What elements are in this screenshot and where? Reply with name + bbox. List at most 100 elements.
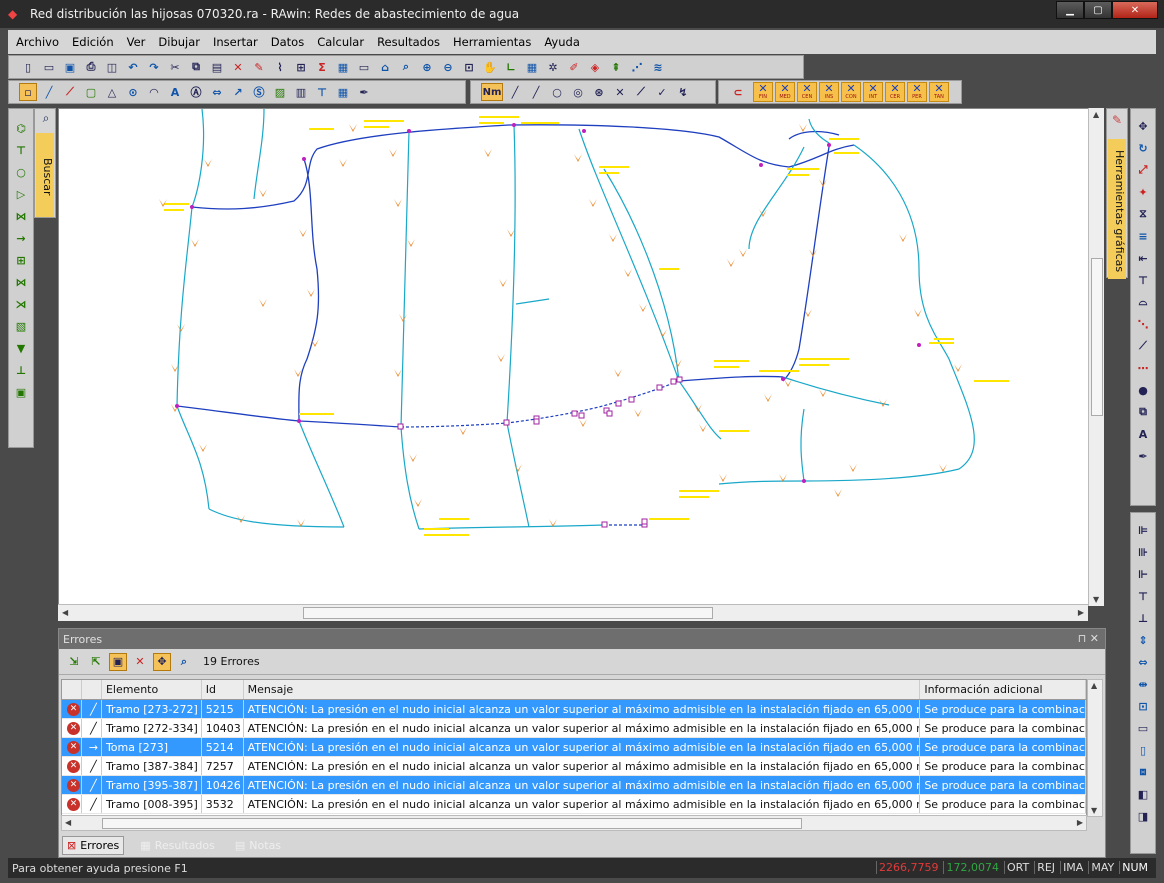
node-icon[interactable]: ○ [11,163,31,181]
menu-edicion[interactable]: Edición [72,35,114,49]
snap-fin-button[interactable]: ✕ FIN [753,82,773,102]
snap-tan-button[interactable]: ✕ TAN [929,82,949,102]
status-may[interactable]: MAY [1088,861,1116,874]
fillet-icon[interactable]: ⋱ [1133,315,1153,333]
open-folder-icon[interactable]: ▭ [40,58,58,76]
reducer-icon[interactable]: ⋊ [11,295,31,313]
measure-icon[interactable]: ↗ [229,83,247,101]
canvas-horizontal-scrollbar[interactable]: ◀ ▶ [58,604,1088,621]
snap-cen-button[interactable]: ✕ CEN [797,82,817,102]
valve-double-icon[interactable]: ⋈ [11,207,31,225]
table-row[interactable]: ✕ ╱ Tramo [387-384] 7257 ATENCIÓN: La pr… [62,757,1086,776]
align-left-icon[interactable]: ⊫ [1133,521,1153,539]
binoculars-icon[interactable]: ⌕ [37,111,55,127]
delete-icon[interactable]: ✕ [229,58,247,76]
table-row[interactable]: ✕ ╱ Tramo [395-387] 10426 ATENCIÓN: La p… [62,776,1086,795]
text-box-icon[interactable]: Ⓐ [187,83,205,101]
errors-vertical-scrollbar[interactable]: ▲ ▼ [1087,679,1103,817]
snap-per-button[interactable]: ✕ PER [907,82,927,102]
align-bottom-icon[interactable]: ⊥ [1133,609,1153,627]
table-icon[interactable]: ▦ [334,83,352,101]
menu-ver[interactable]: Ver [127,35,146,49]
extend-icon[interactable]: ⇤ [1133,249,1153,267]
menu-insertar[interactable]: Insertar [213,35,258,49]
valve-icon[interactable]: ✕ [611,83,629,101]
explode-icon[interactable]: ● [1133,381,1153,399]
zoom-icon[interactable]: ⌕ [397,58,415,76]
edit-icon[interactable]: ✎ [250,58,268,76]
text-icon[interactable]: ▭ [355,58,373,76]
copy-icon[interactable]: ⧉ [187,58,205,76]
tab-resultados[interactable]: ▦ Resultados [136,837,219,854]
scroll-right-icon[interactable]: ▶ [1077,818,1083,827]
arc-icon[interactable]: ◠ [145,83,163,101]
snap-int-button[interactable]: ✕ INT [863,82,883,102]
scroll-up-icon[interactable]: ▲ [1093,110,1099,119]
grid-icon[interactable]: ▦ [523,58,541,76]
network-map[interactable] [59,109,1104,606]
drawing-canvas[interactable] [58,108,1104,606]
scroll-thumb[interactable] [102,818,802,829]
scroll-left-icon[interactable]: ◀ [65,818,71,827]
column-id[interactable]: Id [202,680,244,699]
errors-horizontal-scrollbar[interactable]: ◀ ▶ [61,815,1087,831]
scroll-left-icon[interactable]: ◀ [62,608,68,617]
cut-icon[interactable]: ✂ [166,58,184,76]
paste-icon[interactable]: ▤ [208,58,226,76]
break-icon[interactable]: ⌓ [1133,293,1153,311]
pan-hand-icon[interactable]: ✋ [481,58,499,76]
rectangle-icon[interactable]: ▢ [82,83,100,101]
symbol-icon[interactable]: Ⓢ [250,83,268,101]
save-icon[interactable]: ▣ [61,58,79,76]
snap-cer-button[interactable]: ✕ CER [885,82,905,102]
table-row[interactable]: ✕ ╱ Tramo [008-395] 3532 ATENCIÓN: La pr… [62,795,1086,814]
line-icon[interactable]: ╱ [40,83,58,101]
network-icon[interactable]: ⊞ [292,58,310,76]
status-rej[interactable]: REJ [1034,861,1057,874]
move-icon[interactable]: ✥ [1133,117,1153,135]
layers-icon[interactable]: ≋ [649,58,667,76]
hydrant-box-icon[interactable]: ⊥ [11,361,31,379]
snap-icon[interactable]: ✲ [544,58,562,76]
locate-error-icon[interactable]: ✥ [153,652,171,671]
find-error-icon[interactable]: ⌕ [175,653,193,671]
redo-icon[interactable]: ↷ [145,58,163,76]
close-button[interactable]: ✕ [1112,1,1158,19]
trim-icon[interactable]: ⊤ [1133,271,1153,289]
menu-herramientas[interactable]: Herramientas [453,35,531,49]
mirror-icon[interactable]: ⧖ [1133,205,1153,223]
distribute-v-icon[interactable]: ⇕ [1133,631,1153,649]
layers-stack-icon[interactable]: ⧉ [1133,403,1153,421]
scroll-right-icon[interactable]: ▶ [1078,608,1084,617]
column-elemento[interactable]: Elemento [102,680,202,699]
import-icon[interactable]: ⇱ [87,653,105,671]
eyedropper-icon[interactable]: ✒ [1133,447,1153,465]
menu-dibujar[interactable]: Dibujar [158,35,200,49]
axis-icon[interactable]: ∟ [502,58,520,76]
zoom-window-icon[interactable]: ⊡ [460,58,478,76]
meter-icon[interactable]: ▣ [11,383,31,401]
menu-datos[interactable]: Datos [271,35,304,49]
order-icon[interactable]: ⧈ [1133,763,1153,781]
hydrant-icon[interactable]: ✓ [653,83,671,101]
pipe-line2-icon[interactable]: ╱ [527,83,545,101]
zoom-in-icon[interactable]: ⊕ [418,58,436,76]
reservoir-icon[interactable]: ▼ [11,339,31,357]
tank-box-icon[interactable]: ▧ [11,317,31,335]
snap-con-button[interactable]: ✕ CON [841,82,861,102]
front-icon[interactable]: ◧ [1133,785,1153,803]
tab-errores[interactable]: ⊠ Errores [62,835,125,855]
brush-icon[interactable]: ⌇ [271,58,289,76]
tank-icon[interactable]: ◎ [569,83,587,101]
scroll-down-icon[interactable]: ▼ [1093,595,1099,604]
menu-calcular[interactable]: Calcular [317,35,364,49]
scroll-thumb[interactable] [1091,258,1103,416]
circle-icon[interactable]: ⊙ [124,83,142,101]
distribute-h-icon[interactable]: ⇔ [1133,653,1153,671]
stretch-icon[interactable]: ⟋ [1133,337,1153,355]
maximize-button[interactable]: ▢ [1084,1,1112,19]
align-center-icon[interactable]: ⊪ [1133,543,1153,561]
check-valve-icon[interactable]: ⋈ [11,273,31,291]
fit-icon[interactable]: ⊡ [1133,697,1153,715]
scale-icon[interactable]: ⤢ [1133,161,1153,179]
